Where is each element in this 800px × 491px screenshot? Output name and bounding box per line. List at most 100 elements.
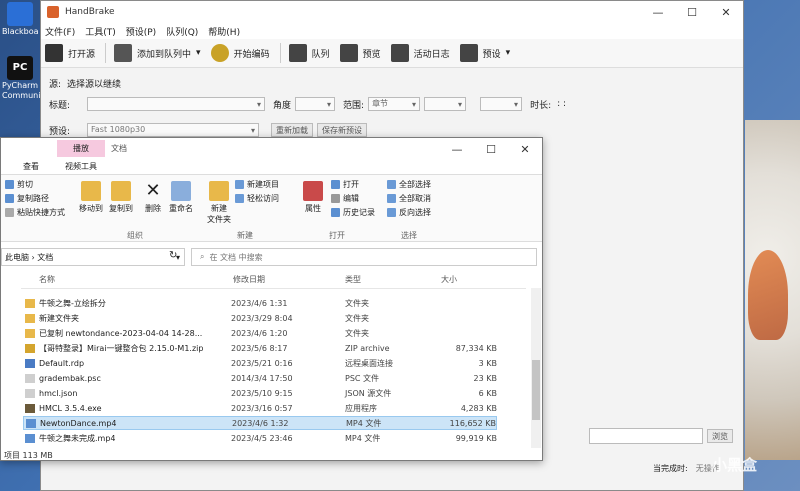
ribbon: 剪切 复制路径 粘贴快捷方式 移动到 复制到 ✕ 删除 重命名 组织 新建 文件夹… — [1, 175, 542, 242]
ribbon-tabs: 查看 视频工具 — [1, 158, 542, 175]
menu-queue[interactable]: 队列(Q) — [166, 25, 198, 38]
minimize-button[interactable]: — — [641, 1, 675, 23]
chevron-down-icon[interactable]: ▾ — [506, 48, 511, 58]
start-encode-button[interactable]: 开始编码 — [210, 44, 270, 62]
history-button[interactable]: 历史记录 — [331, 207, 375, 218]
paste-icon — [5, 208, 14, 217]
preset-row: 预设: Fast 1080p30 重新加载 保存新预设 — [49, 123, 367, 137]
menu-file[interactable]: 文件(F) — [45, 25, 75, 38]
desktop-icon-pycharm[interactable]: PC PyCharm Community — [2, 56, 48, 101]
close-button[interactable]: ✕ — [508, 138, 542, 160]
file-date: 2023/5/6 8:17 — [231, 343, 288, 353]
scissors-icon — [5, 180, 14, 189]
save-preset-button[interactable]: 保存新预设 — [317, 123, 367, 137]
chevron-down-icon[interactable]: ▾ — [196, 48, 201, 58]
tab-video-tools[interactable]: 视频工具 — [65, 161, 97, 172]
refresh-icon[interactable]: ↻ — [169, 250, 177, 261]
tab-play[interactable]: 播放 — [57, 140, 105, 157]
file-size: 99,919 KB — [455, 433, 497, 443]
presets-icon — [459, 44, 478, 62]
pycharm-icon: PC — [7, 56, 33, 80]
file-row[interactable]: 新建文件夹 2023/3/29 8:04 文件夹 — [23, 311, 497, 325]
file-name: 新建文件夹 — [39, 313, 79, 323]
queue-button[interactable]: 队列 — [288, 44, 330, 62]
move-folder-icon — [81, 181, 101, 201]
file-name: Default.rdp — [39, 358, 85, 368]
maximize-button[interactable]: ☐ — [474, 138, 508, 160]
move-to-button[interactable]: 移动到 — [77, 181, 105, 214]
rdp-icon — [25, 358, 35, 368]
angle-select[interactable] — [295, 97, 336, 111]
copy-path-icon — [5, 194, 14, 203]
preview-button[interactable]: 预览 — [339, 44, 381, 62]
desktop-icon-blackboard[interactable]: Blackboard — [2, 2, 38, 37]
easy-access-button[interactable]: 轻松访问 — [235, 193, 279, 204]
file-type: MP4 文件 — [346, 418, 382, 428]
folder-icon — [25, 298, 35, 308]
reload-button[interactable]: 重新加载 — [271, 123, 313, 137]
preset-select[interactable]: Fast 1080p30 — [87, 123, 259, 137]
new-folder-button[interactable]: 新建 文件夹 — [205, 181, 233, 225]
maximize-button[interactable]: ☐ — [675, 1, 709, 23]
column-name[interactable]: 名称 — [39, 274, 55, 285]
file-date: 2014/3/4 17:50 — [231, 373, 293, 383]
edit-button[interactable]: 编辑 — [331, 193, 359, 204]
range-select[interactable]: 章节 — [368, 97, 421, 111]
easy-access-icon — [235, 194, 244, 203]
group-label-open: 打开 — [329, 231, 345, 240]
menu-help[interactable]: 帮助(H) — [208, 25, 240, 38]
tab-view[interactable]: 查看 — [23, 161, 39, 172]
file-row[interactable]: HMCL 3.5.4.exe 2023/3/16 0:57 应用程序 4,283 KB — [23, 401, 497, 415]
file-row[interactable]: 【哥特整录】Mirai一键整合包 2.15.0-M1.zip 2023/5/6 8… — [23, 341, 497, 355]
presets-button[interactable]: 预设 ▾ — [459, 44, 511, 62]
folder-icon — [25, 313, 35, 323]
open-button[interactable]: 打开 — [331, 179, 359, 190]
scrollbar-thumb[interactable] — [532, 360, 540, 420]
add-to-queue-button[interactable]: 添加到队列中 ▾ — [114, 44, 201, 62]
exe-icon — [25, 403, 35, 413]
copy-to-button[interactable]: 复制到 — [107, 181, 135, 214]
copy-path-button[interactable]: 复制路径 — [5, 193, 49, 204]
file-name: 已复制 newtondance-2023-04-04 14-28... — [39, 328, 203, 338]
address-bar[interactable]: 此电脑 › 文档 ▾ — [1, 248, 185, 266]
file-row[interactable]: 已复制 newtondance-2023-04-04 14-28... 2023/… — [23, 326, 497, 340]
activity-log-button[interactable]: 活动日志 — [390, 44, 450, 62]
column-date[interactable]: 修改日期 — [233, 274, 265, 285]
file-row[interactable]: NewtonDance.mp4 2023/4/6 1:32 MP4 文件 116,65… — [23, 416, 497, 430]
title-select[interactable] — [87, 97, 265, 111]
properties-button[interactable]: 属性 — [299, 181, 327, 214]
destination-input[interactable] — [589, 428, 703, 444]
search-icon: ⌕ — [200, 252, 205, 261]
file-row[interactable]: Default.rdp 2023/5/21 0:16 远程桌面连接 3 KB — [23, 356, 497, 370]
invert-select-button[interactable]: 反向选择 — [387, 207, 431, 218]
open-source-button[interactable]: 打开源 — [45, 44, 95, 62]
file-row[interactable]: 牛顿之舞未完成.mp4 2023/4/5 23:46 MP4 文件 99,919 KB — [23, 431, 497, 445]
range-end-select[interactable] — [480, 97, 523, 111]
column-size[interactable]: 大小 — [441, 274, 457, 285]
file-type: 应用程序 — [345, 403, 377, 413]
browse-button[interactable]: 浏览 — [707, 429, 733, 443]
paste-shortcut-button[interactable]: 粘贴快捷方式 — [5, 207, 65, 218]
cut-button[interactable]: 剪切 — [5, 179, 33, 190]
image-add-icon — [114, 44, 133, 62]
file-row[interactable]: 牛顿之舞-立绘拆分 2023/4/6 1:31 文件夹 — [23, 296, 497, 310]
file-date: 2023/3/16 0:57 — [231, 403, 293, 413]
delete-button[interactable]: ✕ 删除 — [139, 181, 167, 214]
minimize-button[interactable]: — — [440, 138, 474, 160]
explorer-window: 播放 文档 — ☐ ✕ 查看 视频工具 剪切 复制路径 粘贴快捷方式 移动到 复… — [0, 137, 543, 461]
file-date: 2023/5/10 9:15 — [231, 388, 293, 398]
file-row[interactable]: hmcl.json 2023/5/10 9:15 JSON 源文件 6 KB — [23, 386, 497, 400]
menu-presets[interactable]: 预设(P) — [126, 25, 156, 38]
column-type[interactable]: 类型 — [345, 274, 361, 285]
menu-tools[interactable]: 工具(T) — [85, 25, 116, 38]
range-start-select[interactable] — [424, 97, 467, 111]
select-all-button[interactable]: 全部选择 — [387, 179, 431, 190]
search-input[interactable]: ⌕ 在 文档 中搜索 — [191, 248, 537, 266]
new-item-button[interactable]: 新建项目 — [235, 179, 279, 190]
file-row[interactable]: gradembak.psc 2014/3/4 17:50 PSC 文件 23 KB — [23, 371, 497, 385]
edit-icon — [331, 194, 340, 203]
file-type: PSC 文件 — [345, 373, 380, 383]
select-none-button[interactable]: 全部取消 — [387, 193, 431, 204]
rename-button[interactable]: 重命名 — [167, 181, 195, 214]
close-button[interactable]: ✕ — [709, 1, 743, 23]
